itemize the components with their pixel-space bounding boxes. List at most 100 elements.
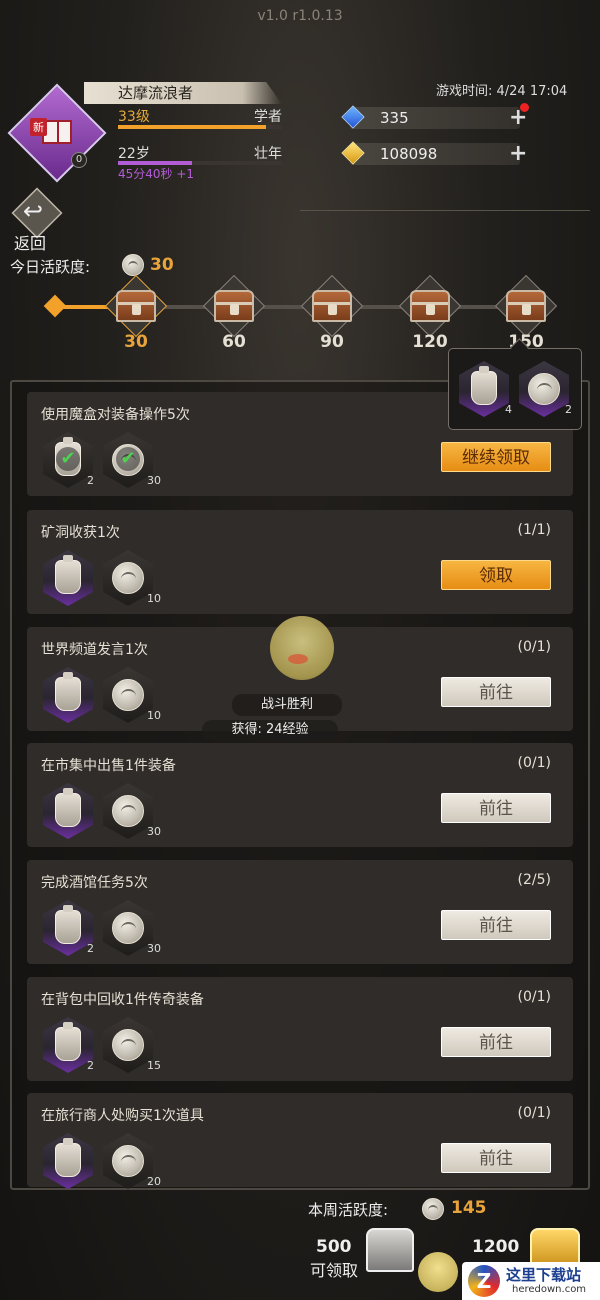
task-progress: (1/1)	[517, 522, 551, 538]
back-arrow-icon: ↩	[23, 197, 44, 225]
level-row: 33级 学者	[118, 106, 282, 126]
reward-qty: 10	[147, 709, 161, 722]
notification-dot	[520, 103, 529, 112]
popup-reward-qty: 2	[565, 403, 572, 416]
task-action-button[interactable]: 前往	[441, 677, 551, 707]
new-badge: 新	[30, 118, 47, 136]
activity-coin-icon	[122, 254, 144, 276]
task-action-button[interactable]: 前往	[441, 1143, 551, 1173]
reward-coin: 15	[103, 1017, 161, 1073]
reward-qty: 20	[147, 1175, 161, 1188]
reward-coin: 10	[103, 550, 161, 606]
milestone-value-1: 30	[124, 332, 148, 352]
reward-qty: 30	[147, 825, 161, 838]
coin-icon	[112, 912, 144, 944]
weekly-activity-value: 145	[451, 1198, 487, 1218]
task-title: 在旅行商人处购买1次道具	[41, 1108, 204, 1124]
chest-icon	[410, 290, 450, 322]
task-action-button[interactable]: 前往	[441, 793, 551, 823]
add-gold-button[interactable]: +	[509, 143, 527, 165]
coin-icon	[112, 562, 144, 594]
popup-reward-coin: 2	[519, 361, 572, 417]
check-icon: ✔	[116, 447, 140, 471]
reward-qty: 15	[147, 1059, 161, 1072]
battle-result-toast: 战斗胜利	[232, 694, 342, 716]
task-progress: (0/1)	[517, 639, 551, 655]
task-action-button[interactable]: 前往	[441, 910, 551, 940]
task-progress: (0/1)	[517, 755, 551, 771]
task-card: 完成酒馆任务5次 (2/5) 2 30 前往	[27, 860, 573, 964]
milestone-chest-5[interactable]	[494, 274, 558, 338]
bottle-icon	[55, 788, 81, 827]
task-title: 在市集中出售1件装备	[41, 758, 176, 774]
weekly-milestone-2: 1200	[472, 1237, 520, 1257]
reward-qty: 2	[87, 474, 94, 487]
claimable-label[interactable]: 可领取	[310, 1257, 358, 1281]
header-divider	[300, 210, 590, 211]
coin-icon	[112, 679, 144, 711]
coin-icon	[112, 795, 144, 827]
chest-icon	[312, 290, 352, 322]
reward-bottle: 2	[43, 900, 94, 956]
age-row: 22岁 壮年	[118, 143, 282, 163]
gold-counter: 108098	[350, 143, 520, 165]
player-name: 达摩流浪者	[84, 82, 282, 104]
milestone-value-2: 60	[222, 332, 246, 352]
chest-icon	[116, 290, 156, 322]
weekly-activity-label: 本周活跃度:	[308, 1201, 389, 1219]
back-label[interactable]: 返回	[14, 230, 46, 254]
version-label: v1.0 r1.0.13	[257, 8, 343, 24]
milestone-chest-1[interactable]	[104, 274, 168, 338]
popup-reward-bottle: 4	[459, 361, 512, 417]
reward-bottle	[43, 667, 93, 723]
coin-icon	[112, 1029, 144, 1061]
reward-qty: 30	[147, 474, 161, 487]
task-progress: (0/1)	[517, 989, 551, 1005]
milestone-chest-4[interactable]	[398, 274, 462, 338]
weekly-coin-icon	[422, 1198, 444, 1220]
watermark-text: 这里下载站	[506, 1266, 582, 1284]
chest-reward-popup: 4 2	[448, 348, 582, 430]
silver-chest-icon[interactable]	[366, 1228, 414, 1272]
track-start-marker	[43, 294, 67, 318]
reward-coin: 20	[103, 1133, 161, 1189]
reward-bottle	[43, 783, 93, 839]
reward-qty: 30	[147, 942, 161, 955]
player-title: 学者	[254, 109, 282, 125]
task-card: 在背包中回收1件传奇装备 (0/1) 2 15 前往	[27, 977, 573, 1081]
coin-icon	[528, 373, 560, 405]
chest-icon	[214, 290, 254, 322]
watermark-url: heredown.com	[512, 1284, 587, 1295]
player-age: 22岁	[118, 146, 150, 162]
reward-bottle: ✔ 2	[43, 432, 94, 488]
bottle-icon	[55, 672, 81, 711]
reward-coin: 10	[103, 667, 161, 723]
bottle-icon	[55, 555, 81, 594]
task-action-button[interactable]: 继续领取	[441, 442, 551, 472]
bottle-icon	[55, 1138, 81, 1177]
reward-bottle	[43, 550, 93, 606]
bottle-icon	[55, 1022, 81, 1061]
player-level: 33级	[118, 109, 150, 125]
task-action-button[interactable]: 领取	[441, 560, 551, 590]
mascot-chick-icon	[258, 612, 342, 682]
age-stage: 壮年	[254, 146, 282, 162]
exp-gain-toast: 获得: 24经验	[202, 720, 338, 740]
milestone-chest-2[interactable]	[202, 274, 266, 338]
reward-coin: 30	[103, 783, 161, 839]
avatar-level-badge: 0	[71, 152, 87, 168]
milestone-value-3: 90	[320, 332, 344, 352]
task-action-button[interactable]: 前往	[441, 1027, 551, 1057]
task-title: 完成酒馆任务5次	[41, 875, 148, 891]
reward-qty: 10	[147, 592, 161, 605]
popup-reward-qty: 4	[505, 403, 512, 416]
daily-activity-value: 30	[150, 255, 174, 275]
task-card: 在市集中出售1件装备 (0/1) 30 前往	[27, 743, 573, 847]
task-title: 世界频道发言1次	[41, 642, 148, 658]
bottle-icon	[471, 366, 497, 405]
reward-qty: 2	[87, 1059, 94, 1072]
milestone-chest-3[interactable]	[300, 274, 364, 338]
watermark-logo-icon	[468, 1265, 500, 1297]
game-time: 游戏时间: 4/24 17:04	[436, 84, 568, 99]
age-timer: 45分40秒 +1	[118, 167, 195, 181]
